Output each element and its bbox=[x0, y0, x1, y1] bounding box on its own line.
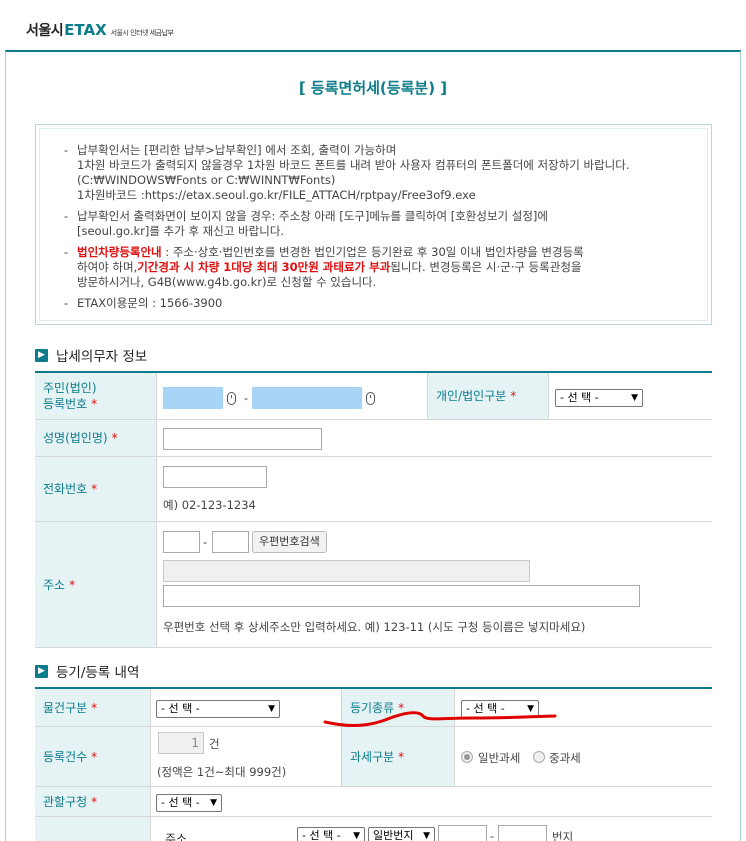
name-label: 성명(법인명) bbox=[43, 431, 108, 445]
row-id-number: 주민(법인) 등록번호 * - 개인/법인구분 * - 선 택 - ▼ bbox=[35, 373, 712, 420]
tax-normal-radio[interactable] bbox=[461, 751, 473, 763]
row-name: 성명(법인명) * bbox=[35, 420, 712, 457]
notice-contact: ETAX이용문의 : 1566-3900 bbox=[64, 296, 707, 311]
row-sub-address: 주소 - 선 택 - ▼ 일반번지 ▼ - 번지 bbox=[35, 817, 712, 841]
taxpayer-table: 주민(법인) 등록번호 * - 개인/법인구분 * - 선 택 - ▼ 성명(법인명)… bbox=[35, 371, 712, 648]
item-type-label: 물건구분 bbox=[43, 700, 88, 715]
office-select[interactable]: - 선 택 - ▼ bbox=[156, 794, 222, 812]
sub-address-label: 주소 bbox=[165, 832, 188, 841]
id-front-input[interactable] bbox=[163, 387, 223, 409]
lot-main-input[interactable] bbox=[438, 825, 487, 841]
id-back-input[interactable] bbox=[252, 387, 362, 409]
sub-address-select[interactable]: - 선 택 - ▼ bbox=[297, 827, 365, 841]
lot-sub-input[interactable] bbox=[498, 825, 547, 841]
phone-example: 예) 02-123-1234 bbox=[163, 498, 256, 512]
notice-compat: 납부확인서 출력화면이 보이지 않을 경우: 주소창 아래 [도구]메뉴를 클릭… bbox=[64, 209, 707, 239]
phone-label: 전화번호 bbox=[43, 482, 88, 496]
count-note: (정액은 1건~최대 999건) bbox=[157, 765, 287, 779]
item-type-select[interactable]: - 선 택 - ▼ bbox=[156, 700, 280, 718]
etax-logo[interactable]: 서울시 ETAX 서울시 인터넷 세금납부 bbox=[26, 20, 174, 40]
address-label: 주소 bbox=[43, 577, 66, 592]
logo-city: 서울시 bbox=[26, 23, 64, 39]
id-label: 주민(법인) bbox=[43, 381, 97, 395]
row-phone: 전화번호 * 예) 02-123-1234 bbox=[35, 457, 712, 522]
section-arrow-icon: ▶ bbox=[35, 664, 48, 678]
logo-etax: ETAX bbox=[64, 21, 107, 39]
zip-back-input[interactable] bbox=[212, 531, 249, 553]
section-taxpayer-title: ▶ 납세의무자 정보 bbox=[35, 345, 147, 365]
lot-type-select[interactable]: 일반번지 ▼ bbox=[368, 827, 435, 841]
row-office: 관할구청 * - 선 택 - ▼ bbox=[35, 787, 712, 817]
address-hint: 우편번호 선택 후 상세주소만 입력하세요. 예) 123-11 (시도 구청 … bbox=[163, 620, 586, 634]
zip-front-input[interactable] bbox=[163, 531, 200, 553]
mouse-icon[interactable] bbox=[366, 392, 375, 405]
page-title: [ 등록면허세(등록분) ] bbox=[298, 79, 448, 97]
tax-type-label: 과세구분 bbox=[350, 749, 395, 764]
section-registration-title: ▶ 등기/등록 내역 bbox=[35, 661, 139, 681]
red-underline-annotation bbox=[323, 711, 557, 727]
phone-input[interactable] bbox=[163, 466, 267, 488]
name-input[interactable] bbox=[163, 428, 322, 450]
office-label: 관할구청 bbox=[43, 794, 88, 809]
address-detail-input[interactable] bbox=[163, 585, 640, 607]
row-count: 등록건수 * 1 건 (정액은 1건~최대 999건) 과세구분 * 일반과세 중과… bbox=[35, 727, 712, 787]
tax-heavy-radio[interactable] bbox=[533, 751, 545, 763]
notice-corporate-vehicle: 법인차량등록안내 : 주소·상호·법인번호를 변경한 법인기업은 등기완료 후 … bbox=[64, 245, 707, 290]
person-corp-select[interactable]: - 선 택 - ▼ bbox=[555, 389, 643, 407]
address-base-input[interactable] bbox=[163, 560, 530, 582]
mouse-icon[interactable] bbox=[227, 392, 236, 405]
notice-receipt: 납부확인서는 [편리한 납부>납부확인] 에서 조회, 출력이 가능하며 1차원… bbox=[64, 143, 707, 203]
section-arrow-icon: ▶ bbox=[35, 348, 48, 362]
logo-subtitle: 서울시 인터넷 세금납부 bbox=[110, 29, 174, 37]
zip-search-button[interactable]: 우편번호검색 bbox=[252, 531, 327, 553]
type-label: 개인/법인구분 bbox=[436, 389, 507, 403]
count-input[interactable]: 1 bbox=[158, 732, 204, 754]
top-bar: 서울시 ETAX 서울시 인터넷 세금납부 bbox=[0, 0, 746, 50]
count-label: 등록건수 bbox=[43, 749, 88, 764]
row-address: 주소 * - 우편번호검색 우편번호 선택 후 상세주소만 입력하세요. 예) 1… bbox=[35, 522, 712, 648]
notice-box: 납부확인서는 [편리한 납부>납부확인] 에서 조회, 출력이 가능하며 1차원… bbox=[35, 124, 712, 325]
barcode-font-link[interactable]: 1차원바코드 :https://etax.seoul.go.kr/FILE_AT… bbox=[77, 188, 707, 203]
